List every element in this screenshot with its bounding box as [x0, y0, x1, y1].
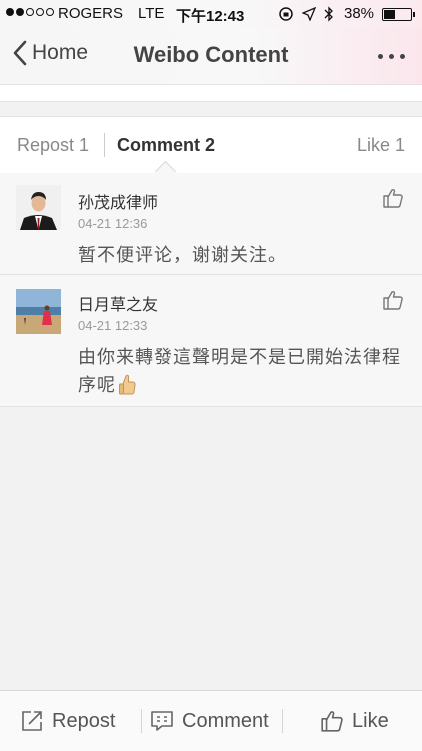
tab-comment[interactable]: Comment 2: [117, 135, 215, 156]
navigation-bar: Home Weibo Content: [0, 28, 422, 85]
tab-like[interactable]: Like 1: [357, 135, 405, 156]
comment-icon: [151, 711, 173, 731]
status-time: 下午12:43: [176, 8, 245, 25]
carrier-name: ROGERS: [58, 5, 124, 22]
comment-list: 孙茂成律师 04-21 12:36 暂不便评论，谢谢关注。 日月草之友 04-2…: [0, 173, 422, 407]
comment-timestamp: 04-21 12:33: [78, 318, 148, 333]
battery-percent: 38%: [344, 5, 375, 22]
comment-username[interactable]: 孙茂成律师: [78, 189, 158, 213]
thumbs-up-emoji-icon: [118, 373, 138, 403]
battery-icon: [382, 8, 415, 21]
toolbar-divider: [282, 709, 283, 733]
comment-text: 由你来轉發這聲明是不是已開始法律程序呢: [78, 343, 402, 403]
avatar[interactable]: [16, 289, 61, 334]
rotation-lock-icon: [279, 7, 293, 21]
more-options-button[interactable]: [374, 46, 408, 66]
bottom-toolbar: Repost Comment Like: [0, 690, 422, 751]
thumbs-up-icon[interactable]: [382, 289, 404, 311]
comment-username[interactable]: 日月草之友: [78, 291, 158, 315]
repost-icon: [22, 711, 42, 731]
comment-button[interactable]: Comment: [150, 691, 269, 751]
comment-item: 孙茂成律师 04-21 12:36 暂不便评论，谢谢关注。: [0, 173, 422, 275]
signal-strength-icon: [6, 8, 54, 16]
thumbs-up-icon: [321, 711, 343, 732]
location-arrow-icon: [302, 7, 316, 21]
repost-label: Repost: [52, 709, 116, 732]
avatar[interactable]: [16, 185, 61, 230]
comment-item: 日月草之友 04-21 12:33 由你来轉發這聲明是不是已開始法律程序呢: [0, 275, 422, 407]
comment-text: 暂不便评论，谢谢关注。: [78, 245, 287, 265]
status-bar: ROGERS LTE 下午12:43 38%: [0, 0, 422, 28]
thumbs-up-icon[interactable]: [382, 187, 404, 209]
post-bottom-edge: [0, 85, 422, 102]
comment-timestamp: 04-21 12:36: [78, 216, 148, 231]
page-title: Weibo Content: [133, 42, 289, 67]
tab-repost[interactable]: Repost 1: [17, 135, 89, 156]
tab-bar: Repost 1 Comment 2 Like 1: [0, 116, 422, 183]
network-type: LTE: [138, 5, 165, 22]
toolbar-divider: [141, 709, 142, 733]
more-dots-icon: [377, 53, 383, 59]
tab-divider: [104, 133, 105, 157]
comment-label: Comment: [182, 709, 269, 732]
like-label: Like: [352, 709, 389, 732]
repost-button[interactable]: Repost: [20, 691, 115, 751]
bluetooth-icon: [324, 6, 333, 22]
like-button[interactable]: Like: [320, 691, 389, 751]
